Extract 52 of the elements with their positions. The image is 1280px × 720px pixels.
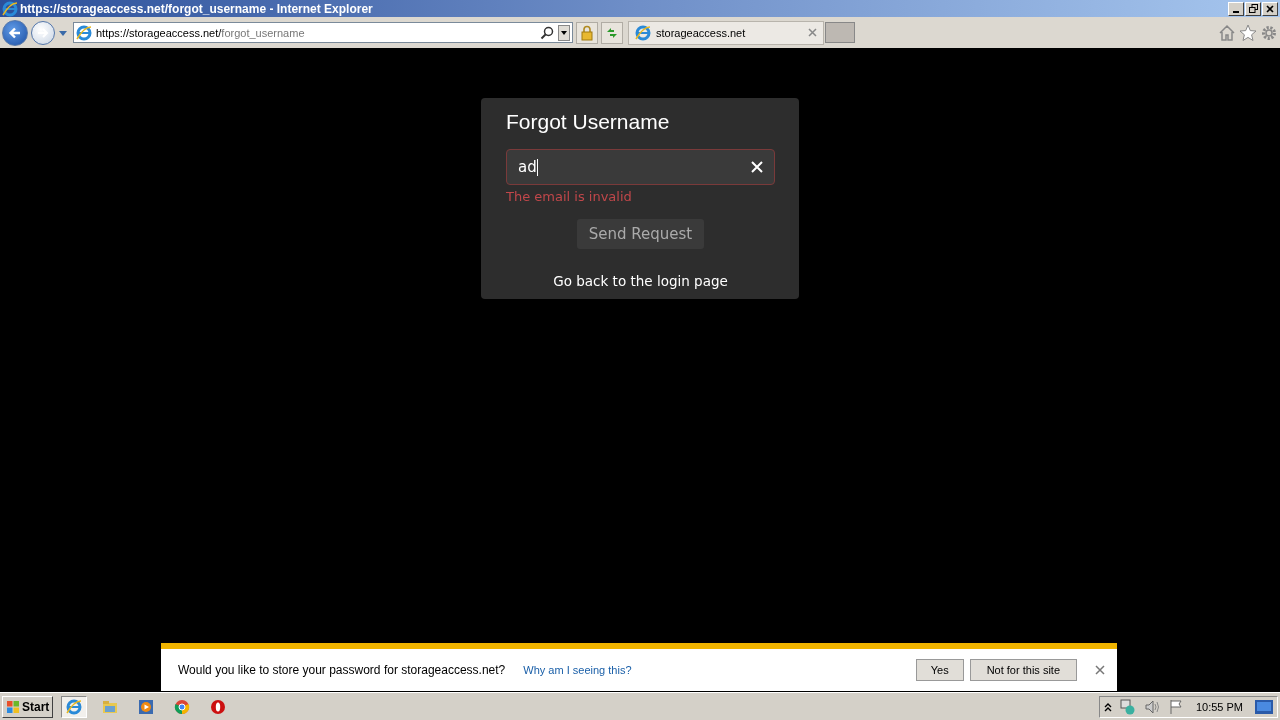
browser-icon xyxy=(635,24,651,41)
opera-icon xyxy=(210,698,227,715)
close-icon xyxy=(1266,4,1274,13)
help-link[interactable]: Why am I seeing this? xyxy=(523,664,898,676)
windows-logo-icon xyxy=(6,699,20,714)
browser-icon xyxy=(66,698,83,715)
minimize-icon xyxy=(1233,10,1239,13)
restore-button[interactable] xyxy=(1245,1,1261,16)
lock-icon xyxy=(580,24,594,41)
chrome-icon xyxy=(174,698,191,715)
forward-button[interactable] xyxy=(31,20,55,45)
clear-icon[interactable] xyxy=(750,160,764,174)
lock-button[interactable] xyxy=(576,21,598,44)
network-icon[interactable] xyxy=(1119,698,1136,715)
star-icon[interactable] xyxy=(1239,23,1257,42)
show-desktop-icon[interactable] xyxy=(1255,698,1273,715)
back-button[interactable] xyxy=(2,19,28,46)
restore-icon xyxy=(1248,4,1258,13)
close-icon[interactable] xyxy=(1095,665,1105,675)
folder-icon xyxy=(102,698,119,715)
url-text: https://storageaccess.net/forgot_username xyxy=(96,26,306,39)
minimize-button[interactable] xyxy=(1228,1,1244,16)
arrow-right-icon xyxy=(37,26,49,39)
refresh-button[interactable] xyxy=(601,21,623,44)
start-button[interactable]: Start xyxy=(2,695,54,718)
taskbar-button[interactable] xyxy=(61,695,88,718)
close-icon[interactable] xyxy=(808,28,817,37)
form-title: Forgot Username xyxy=(506,110,671,134)
login-page-link[interactable]: Go back to the login page xyxy=(553,273,728,289)
decline-button[interactable]: Not for this site xyxy=(969,659,1077,681)
notification-message: Would you like to store your password for storageaccess.net? xyxy=(178,663,506,677)
media-player-icon xyxy=(138,698,155,715)
settings-icon[interactable] xyxy=(1260,23,1278,42)
speaker-icon[interactable] xyxy=(1143,698,1160,715)
error-message: The email is invalid xyxy=(506,189,633,204)
send-request-button[interactable]: Send Request xyxy=(576,219,705,249)
tab-title: storageaccess.net xyxy=(656,26,747,39)
arrow-left-icon xyxy=(8,25,22,40)
dropdown-icon[interactable] xyxy=(558,24,570,41)
email-field[interactable]: ad xyxy=(506,149,775,185)
clock-text: 10:55 PM xyxy=(1195,700,1243,713)
close-button[interactable] xyxy=(1262,1,1278,16)
yes-button[interactable]: Yes xyxy=(915,659,964,681)
flag-icon[interactable] xyxy=(1167,698,1184,715)
browser-icon xyxy=(76,24,92,41)
search-icon[interactable] xyxy=(540,25,554,40)
address-field[interactable]: https://storageaccess.net/forgot_username xyxy=(73,22,573,43)
window-title: https://storageaccess.net/forgot_username - Internet Explorer xyxy=(20,1,374,16)
browser-tab[interactable]: storageaccess.net xyxy=(628,20,824,45)
chevron-up-icon[interactable] xyxy=(1103,701,1112,712)
home-icon[interactable] xyxy=(1218,23,1236,42)
browser-icon xyxy=(2,0,18,17)
